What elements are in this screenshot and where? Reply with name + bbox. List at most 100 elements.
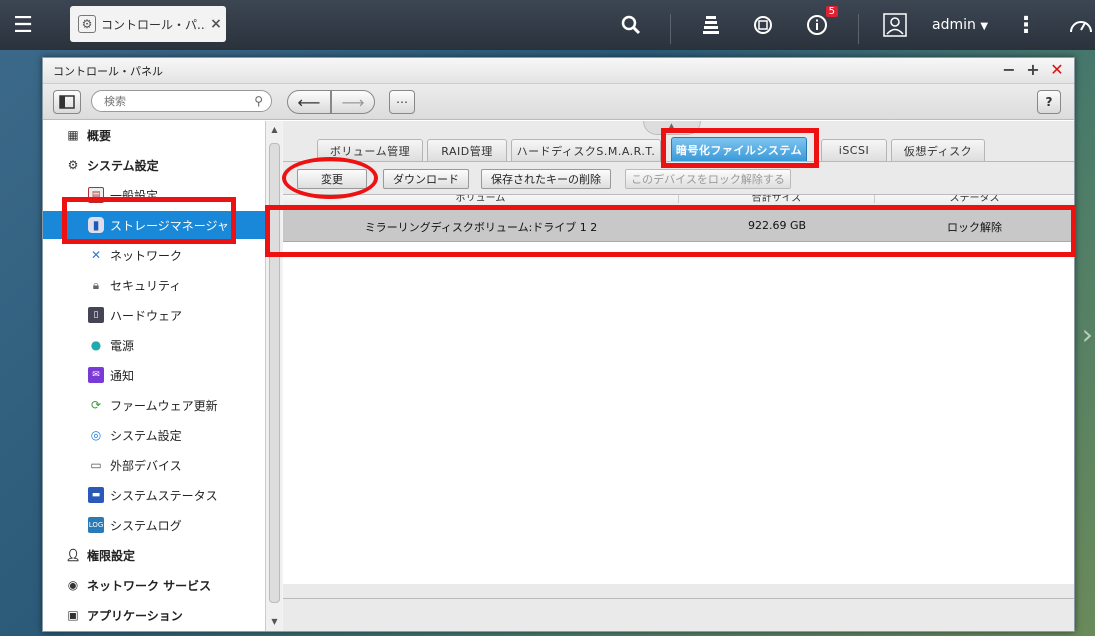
chevron-down-icon: ▼ xyxy=(980,21,989,32)
help-button[interactable]: ? xyxy=(1037,90,1061,114)
sidebar-item-power[interactable]: ● 電源 xyxy=(43,331,265,359)
help-label: ? xyxy=(1045,95,1053,109)
column-header-volume[interactable]: ボリューム xyxy=(283,195,679,204)
user-icon: 👤︎ xyxy=(65,548,81,562)
maximize-icon[interactable]: + xyxy=(1026,61,1040,79)
system-status-icon: ▬ xyxy=(88,487,104,503)
sync-icon[interactable] xyxy=(750,10,776,40)
sidebar-item-storage-manager[interactable]: ▮ ストレージマネージャ xyxy=(43,211,265,239)
hamburger-menu-icon[interactable]: ☰ xyxy=(0,0,46,50)
download-button[interactable]: ダウンロード xyxy=(383,169,469,189)
scroll-up-icon[interactable]: ▲ xyxy=(266,125,283,134)
user-name: admin xyxy=(932,17,976,33)
search-icon[interactable] xyxy=(618,10,644,40)
firmware-icon: ⟳ xyxy=(90,398,102,412)
sidebar-item-label: 電源 xyxy=(110,338,135,353)
dashboard-gauge-icon[interactable] xyxy=(1068,10,1094,40)
stack-icon[interactable] xyxy=(698,10,724,40)
globe-icon: ◉ xyxy=(67,578,79,592)
window-toolbar: ⚲ ⟵ ⟶ ⋯ ? xyxy=(43,84,1074,120)
more-options-icon[interactable]: ⋮ xyxy=(1015,10,1037,40)
volume-grid: ボリューム 合計サイズ ステータス ミラーリングディスクボリューム:ドライブ 1… xyxy=(283,194,1074,584)
sidebar-item-network[interactable]: ✕ ネットワーク xyxy=(43,241,265,269)
sidebar-item-system-settings[interactable]: ⚙ システム設定 xyxy=(43,151,265,179)
arrow-left-icon: ⟵ xyxy=(297,92,321,112)
sidebar-item-system-backup[interactable]: ◎ システム設定 xyxy=(43,421,265,449)
tab-virtual-disk[interactable]: 仮想ディスク xyxy=(891,139,985,161)
back-button[interactable]: ⟵ xyxy=(287,90,331,114)
system-backup-icon: ◎ xyxy=(90,428,102,442)
scrollbar-thumb[interactable] xyxy=(269,143,280,603)
system-log-icon: LOG xyxy=(88,517,104,533)
gear-icon: ⚙ xyxy=(67,158,79,172)
close-window-icon[interactable]: ✕ xyxy=(1050,61,1064,79)
sidebar-item-label: ストレージマネージャ xyxy=(110,218,229,233)
table-row[interactable]: ミラーリングディスクボリューム:ドライブ 1 2 922.69 GB ロック解除 xyxy=(283,210,1074,242)
info-notification-icon[interactable]: 5 xyxy=(804,6,838,40)
sidebar-item-system-status[interactable]: ▬ システムステータス xyxy=(43,481,265,509)
scroll-down-icon[interactable]: ▼ xyxy=(266,617,283,626)
user-avatar-icon[interactable] xyxy=(882,10,908,40)
tab-bar: ▲ ボリューム管理 RAID管理 ハードディスクS.M.A.R.T. 暗号化ファ… xyxy=(283,121,1074,161)
sidebar-scrollbar[interactable]: ▲ ▼ xyxy=(265,121,282,631)
sidebar-item-label: ファームウェア更新 xyxy=(110,398,218,413)
tab-hdd-smart[interactable]: ハードディスクS.M.A.R.T. xyxy=(511,139,661,161)
sidebar-item-label: システムログ xyxy=(110,518,182,533)
desktop-next-arrow-icon[interactable]: › xyxy=(1082,318,1093,351)
user-menu[interactable]: admin ▼ xyxy=(932,17,988,33)
notification-icon: ✉ xyxy=(88,367,104,383)
sidebar-item-label: ネットワーク xyxy=(110,248,183,263)
sidebar-item-firmware-update[interactable]: ⟳ ファームウェア更新 xyxy=(43,391,265,419)
notification-badge: 5 xyxy=(825,6,838,17)
change-button[interactable]: 変更 xyxy=(297,169,367,189)
sidebar-item-applications[interactable]: ▣ アプリケーション xyxy=(43,601,265,629)
unlock-device-button[interactable]: このデバイスをロック解除する xyxy=(625,169,791,189)
overview-icon: ▦ xyxy=(67,128,79,142)
sidebar-item-label: システムステータス xyxy=(110,488,218,503)
cell-status: ロック解除 xyxy=(947,221,1002,234)
tab-iscsi[interactable]: iSCSI xyxy=(821,139,887,161)
tab-encrypted-file-system[interactable]: 暗号化ファイルシステム xyxy=(671,137,807,161)
divider xyxy=(670,14,671,44)
column-header-status[interactable]: ステータス xyxy=(875,195,1074,204)
action-bar: 変更 ダウンロード 保存されたキーの削除 このデバイスをロック解除する xyxy=(283,161,1074,194)
collapse-handle[interactable]: ▲ xyxy=(643,121,701,135)
delete-saved-key-button[interactable]: 保存されたキーの削除 xyxy=(481,169,611,189)
minimize-icon[interactable]: − xyxy=(1002,61,1016,79)
app-tab-label: コントロール・パ... xyxy=(101,17,206,32)
divider xyxy=(858,14,859,44)
network-icon: ✕ xyxy=(90,248,102,262)
tab-raid-management[interactable]: RAID管理 xyxy=(427,139,507,161)
sidebar-item-hardware[interactable]: ▯ ハードウェア xyxy=(43,301,265,329)
sidebar-item-label: ネットワーク サービス xyxy=(87,578,212,593)
sidebar-item-label: ハードウェア xyxy=(110,308,183,323)
search-input[interactable] xyxy=(104,94,244,108)
grid-icon: ⋯ xyxy=(396,95,408,109)
app-tab-control-panel[interactable]: ⚙ コントロール・パ... × xyxy=(70,6,226,42)
hardware-icon: ▯ xyxy=(88,307,104,323)
general-settings-icon: ▤ xyxy=(88,187,104,203)
search-box[interactable]: ⚲ xyxy=(91,90,272,112)
forward-button[interactable]: ⟶ xyxy=(331,90,375,114)
application-icon: ▣ xyxy=(67,608,79,622)
control-panel-window: コントロール・パネル − + ✕ ⚲ ⟵ ⟶ ⋯ ? ▦ 概要 xyxy=(42,57,1075,632)
sidebar-item-label: アプリケーション xyxy=(87,608,183,623)
sidebar-item-system-log[interactable]: LOG システムログ xyxy=(43,511,265,539)
sidebar-toggle-button[interactable] xyxy=(53,90,81,114)
all-apps-button[interactable]: ⋯ xyxy=(389,90,415,114)
sidebar-item-privilege-settings[interactable]: 👤︎ 権限設定 xyxy=(43,541,265,569)
sidebar-item-label: 概要 xyxy=(87,128,112,143)
column-header-total-size[interactable]: 合計サイズ xyxy=(679,195,875,204)
sidebar-item-security[interactable]: 🔒︎ セキュリティ xyxy=(43,271,265,299)
sidebar-item-network-services[interactable]: ◉ ネットワーク サービス xyxy=(43,571,265,599)
storage-icon: ▮ xyxy=(88,217,104,233)
close-icon[interactable]: × xyxy=(206,16,226,32)
sidebar-item-notification[interactable]: ✉ 通知 xyxy=(43,361,265,389)
tab-volume-management[interactable]: ボリューム管理 xyxy=(317,139,423,161)
search-icon[interactable]: ⚲ xyxy=(254,94,263,108)
window-titlebar[interactable]: コントロール・パネル − + ✕ xyxy=(43,58,1074,84)
sidebar-item-overview[interactable]: ▦ 概要 xyxy=(43,121,265,149)
sidebar-item-general-settings[interactable]: ▤ 一般設定 xyxy=(43,181,265,209)
top-bar: ☰ ⚙ コントロール・パ... × 5 admin ▼ ⋮ xyxy=(0,0,1095,50)
sidebar-item-external-device[interactable]: ▭ 外部デバイス xyxy=(43,451,265,479)
